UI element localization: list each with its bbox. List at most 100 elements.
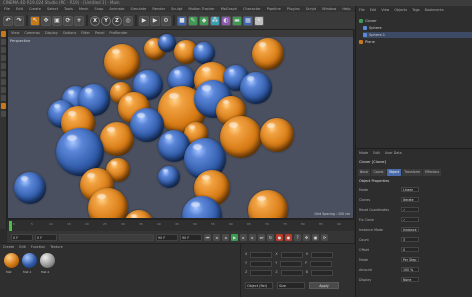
record-icon[interactable]: ● bbox=[276, 233, 283, 241]
material-menu-item[interactable]: Texture bbox=[50, 245, 62, 249]
viewport-menu-item[interactable]: Filter bbox=[81, 30, 90, 37]
preview-end-field[interactable]: 90 F bbox=[156, 233, 178, 241]
locked-workplane-icon[interactable] bbox=[1, 111, 6, 117]
object-menu-item[interactable]: Objects bbox=[394, 8, 407, 12]
attribute-value-field[interactable]: 0 bbox=[401, 247, 419, 252]
go-to-end-icon[interactable]: ⏭ bbox=[258, 233, 265, 241]
edges-mode-icon[interactable] bbox=[1, 71, 6, 77]
attribute-menu-item[interactable]: User Data bbox=[385, 151, 402, 155]
rotation-h-field[interactable] bbox=[311, 252, 334, 258]
start-frame-field[interactable]: 0 F bbox=[11, 233, 33, 241]
material-menu-item[interactable]: Function bbox=[31, 245, 45, 249]
position-z-field[interactable] bbox=[250, 270, 273, 276]
next-key-icon[interactable]: ▸ bbox=[249, 233, 256, 241]
size-y-field[interactable] bbox=[280, 261, 303, 267]
size-z-field[interactable] bbox=[280, 270, 303, 276]
object-menu-item[interactable]: Tags bbox=[412, 8, 420, 12]
attribute-value-field[interactable]: 3 bbox=[401, 237, 419, 242]
perspective-viewport[interactable]: View Cameras Display Options Filter Panel ProR… bbox=[7, 29, 354, 219]
points-mode-icon[interactable] bbox=[1, 63, 6, 69]
scale-key-icon[interactable]: ▣ bbox=[312, 233, 319, 241]
cube-icon[interactable]: ■ bbox=[177, 15, 187, 26]
attribute-value-field[interactable]: Instance bbox=[401, 227, 419, 232]
object-row-sphere-1[interactable]: Sphere.1 bbox=[363, 32, 472, 38]
object-menu-item[interactable]: Bookmarks bbox=[425, 8, 444, 12]
recent-tools-icon[interactable]: + bbox=[74, 15, 84, 26]
camera-icon[interactable]: ▦ bbox=[243, 15, 253, 26]
material-menu-item[interactable]: Edit bbox=[19, 245, 26, 249]
attribute-value-field[interactable]: 100 % bbox=[401, 267, 419, 272]
rotation-key-icon[interactable]: ⟳ bbox=[321, 233, 328, 241]
make-editable-icon[interactable] bbox=[1, 31, 6, 37]
coordinate-system-icon[interactable]: ◎ bbox=[123, 15, 133, 26]
tweak-mode-icon[interactable] bbox=[1, 95, 6, 101]
rotation-b-field[interactable] bbox=[310, 270, 333, 276]
z-axis-lock-button[interactable]: Z bbox=[112, 15, 122, 26]
model-mode-icon[interactable] bbox=[1, 39, 6, 45]
object-menu-item[interactable]: File bbox=[359, 8, 365, 12]
attribute-tab[interactable]: Effectors bbox=[423, 169, 442, 176]
viewport-menu-item[interactable]: Panel bbox=[95, 30, 104, 37]
undo-icon[interactable]: ↶ bbox=[3, 15, 13, 26]
redo-icon[interactable]: ↷ bbox=[14, 15, 24, 26]
size-x-field[interactable] bbox=[280, 252, 303, 258]
size-mode-select[interactable]: Size bbox=[277, 282, 305, 289]
object-menu-item[interactable]: Edit bbox=[370, 8, 377, 12]
keyframe-selection-icon[interactable]: ? bbox=[294, 233, 301, 241]
play-icon[interactable]: ▶ bbox=[231, 233, 238, 241]
attribute-value-field[interactable]: ✓ bbox=[401, 207, 419, 212]
apply-button[interactable]: Apply bbox=[309, 282, 339, 289]
position-y-field[interactable] bbox=[250, 261, 273, 267]
object-menu-item[interactable]: View bbox=[381, 8, 389, 12]
timeline-ruler[interactable]: 0 5 10 15 20 25 30 35 40 45 50 55 60 65 70 75 80 85 90 bbox=[7, 219, 354, 231]
attribute-value-field[interactable]: None bbox=[401, 277, 419, 282]
enable-axis-icon[interactable] bbox=[1, 87, 6, 93]
viewport-menu-item[interactable]: Display bbox=[45, 30, 58, 37]
attribute-tab[interactable]: Basic bbox=[358, 169, 371, 176]
snap-icon[interactable] bbox=[1, 103, 6, 109]
attribute-value-field[interactable]: Iterate bbox=[401, 197, 419, 202]
texture-mode-icon[interactable] bbox=[1, 47, 6, 53]
y-axis-lock-button[interactable]: Y bbox=[101, 15, 111, 26]
floor-environment-icon[interactable]: ▬ bbox=[232, 15, 242, 26]
attribute-value-field[interactable]: Linear bbox=[401, 187, 419, 192]
render-picture-viewer-icon[interactable]: ▶ bbox=[150, 15, 160, 26]
viewport-menu-item[interactable]: Options bbox=[63, 30, 77, 37]
light-icon[interactable]: ✦ bbox=[254, 15, 264, 26]
preview-start-field[interactable]: 0 F bbox=[35, 233, 57, 241]
material-swatch-blue[interactable] bbox=[22, 253, 37, 268]
live-selection-icon[interactable]: ↖ bbox=[30, 15, 40, 26]
timeline-playhead[interactable] bbox=[9, 221, 12, 231]
autokey-icon[interactable]: ● bbox=[285, 233, 292, 241]
workplane-icon[interactable] bbox=[1, 55, 6, 61]
viewport-menu-item[interactable]: View bbox=[11, 30, 19, 37]
subdivision-surface-icon[interactable]: ◆ bbox=[199, 15, 209, 26]
viewport-menu-item[interactable]: Cameras bbox=[24, 30, 40, 37]
move-tool-icon[interactable]: ✥ bbox=[41, 15, 51, 26]
spline-pen-icon[interactable]: ✎ bbox=[188, 15, 198, 26]
attribute-tab[interactable]: Transform bbox=[402, 169, 423, 176]
preview-range-slider[interactable] bbox=[59, 233, 154, 241]
object-row-plane[interactable]: Plane bbox=[359, 39, 469, 45]
previous-key-icon[interactable]: ◂ bbox=[213, 233, 220, 241]
rotate-tool-icon[interactable]: ⟳ bbox=[63, 15, 73, 26]
render-settings-icon[interactable]: ⚙ bbox=[161, 15, 171, 26]
attribute-menu-item[interactable]: Edit bbox=[373, 151, 380, 155]
position-key-icon[interactable]: ✥ bbox=[303, 233, 310, 241]
position-x-field[interactable] bbox=[250, 252, 273, 258]
scale-tool-icon[interactable]: ▣ bbox=[52, 15, 62, 26]
attribute-value-field[interactable]: ✓ bbox=[401, 217, 419, 222]
material-swatch-glass[interactable] bbox=[40, 253, 55, 268]
end-frame-field[interactable]: 90 F bbox=[180, 233, 202, 241]
loop-icon[interactable]: ↻ bbox=[267, 233, 274, 241]
attribute-menu-item[interactable]: Mode bbox=[359, 151, 368, 155]
deformer-icon[interactable]: ◐ bbox=[221, 15, 231, 26]
attribute-value-field[interactable]: Per Step bbox=[401, 257, 419, 262]
x-axis-lock-button[interactable]: X bbox=[90, 15, 100, 26]
attribute-tab[interactable]: Coord. bbox=[371, 169, 386, 176]
previous-frame-icon[interactable]: ◂ bbox=[222, 233, 229, 241]
cloner-icon[interactable]: ⁂ bbox=[210, 15, 220, 26]
material-menu-item[interactable]: Create bbox=[3, 245, 14, 249]
viewport-menu-item[interactable]: ProRender bbox=[109, 30, 127, 37]
next-frame-icon[interactable]: ▸ bbox=[240, 233, 247, 241]
